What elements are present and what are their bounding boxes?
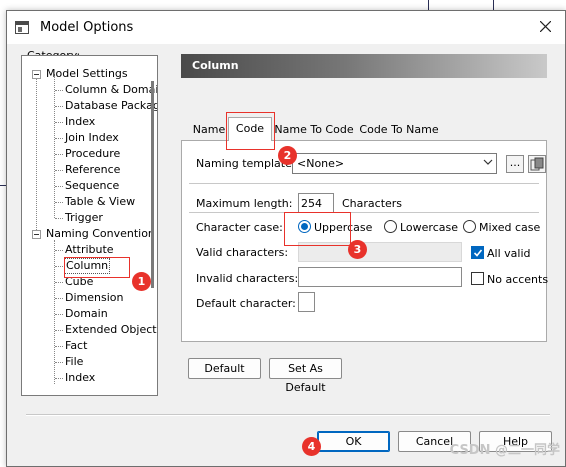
no-accents-label[interactable]: No accents (487, 273, 548, 286)
tree-item-index[interactable]: Index (65, 370, 95, 386)
tree-item-sequence[interactable]: Sequence (65, 178, 119, 194)
mixed-case-radio[interactable] (463, 220, 476, 233)
footer-separator (26, 414, 550, 416)
separator (189, 183, 539, 185)
watermark: CSDN @二一同学 (449, 443, 560, 458)
annotation-highlight-code-tab (226, 112, 275, 150)
separator (189, 212, 539, 214)
tree-item-dimension[interactable]: Dimension (65, 290, 123, 306)
tree-item-trigger[interactable]: Trigger (65, 210, 103, 226)
tree-item-file[interactable]: File (65, 354, 83, 370)
tree-item-table-view[interactable]: Table & View (65, 194, 135, 210)
mixed-case-label[interactable]: Mixed case (479, 221, 540, 234)
tree-item-attribute[interactable]: Attribute (65, 242, 114, 258)
invalid-characters-input[interactable] (298, 267, 462, 287)
tree-item-procedure[interactable]: Procedure (65, 146, 120, 162)
collapse-icon[interactable] (32, 230, 41, 239)
annotation-badge-3: 3 (348, 240, 367, 259)
tree-item-column-domain[interactable]: Column & Domain (65, 82, 157, 98)
more-button[interactable]: ... (506, 155, 524, 173)
valid-characters-label: Valid characters: (196, 246, 289, 259)
tree-item-extended-object[interactable]: Extended Object (65, 322, 157, 338)
tab-name-to-code[interactable]: Name To Code (274, 121, 354, 142)
properties-button[interactable] (528, 155, 546, 173)
all-valid-label[interactable]: All valid (487, 247, 530, 260)
tree-item-fact[interactable]: Fact (65, 338, 87, 354)
default-character-label: Default character: (196, 297, 296, 310)
max-length-input[interactable]: 254 (298, 193, 334, 213)
default-character-input[interactable] (298, 292, 315, 312)
tree-item-reference[interactable]: Reference (65, 162, 120, 178)
naming-template-select[interactable]: <None> (292, 153, 497, 174)
ok-button[interactable]: OK (317, 431, 390, 452)
tree-node-model-settings[interactable]: Model Settings (46, 66, 128, 82)
title-bar[interactable]: Model Options (7, 11, 565, 44)
properties-icon (530, 157, 544, 171)
annotation-badge-2: 2 (278, 146, 297, 165)
tree-item-index[interactable]: Index (65, 114, 95, 130)
checkmark-icon (473, 249, 483, 257)
lowercase-label[interactable]: Lowercase (400, 221, 458, 234)
tree-item-join-index[interactable]: Join Index (65, 130, 119, 146)
tab-code-to-name[interactable]: Code To Name (356, 121, 442, 142)
close-icon (540, 21, 551, 32)
default-button[interactable]: Default (188, 358, 261, 379)
annotation-highlight-uppercase (284, 212, 351, 246)
set-as-default-button[interactable]: Set As Default (269, 358, 342, 394)
tab-name[interactable]: Name (190, 121, 228, 142)
panel-header: Column (181, 54, 547, 78)
annotation-badge-1: 1 (132, 272, 151, 291)
chevron-down-icon (483, 159, 493, 165)
category-tree[interactable]: Model Settings Column & Domain Database … (21, 55, 158, 396)
tree-scrollbar[interactable] (151, 81, 154, 288)
lowercase-radio[interactable] (384, 220, 397, 233)
max-length-unit: Characters (342, 197, 403, 210)
panel-title: Column (192, 59, 239, 72)
no-accents-checkbox[interactable] (471, 272, 484, 285)
annotation-badge-4: 4 (302, 437, 321, 456)
collapse-icon[interactable] (32, 70, 41, 79)
annotation-highlight-column (64, 257, 130, 278)
close-button[interactable] (531, 13, 561, 41)
window-title: Model Options (40, 20, 134, 35)
tree-node-naming-convention[interactable]: Naming Convention (46, 226, 155, 242)
app-icon (15, 21, 29, 34)
tree-item-database-package[interactable]: Database Packag (65, 98, 157, 114)
invalid-characters-label: Invalid characters: (196, 272, 299, 285)
all-valid-checkbox[interactable] (471, 246, 484, 259)
tree-item-domain[interactable]: Domain (65, 306, 108, 322)
max-length-label: Maximum length: (196, 197, 293, 210)
character-case-label: Character case: (196, 221, 283, 234)
naming-template-value: <None> (297, 157, 345, 170)
